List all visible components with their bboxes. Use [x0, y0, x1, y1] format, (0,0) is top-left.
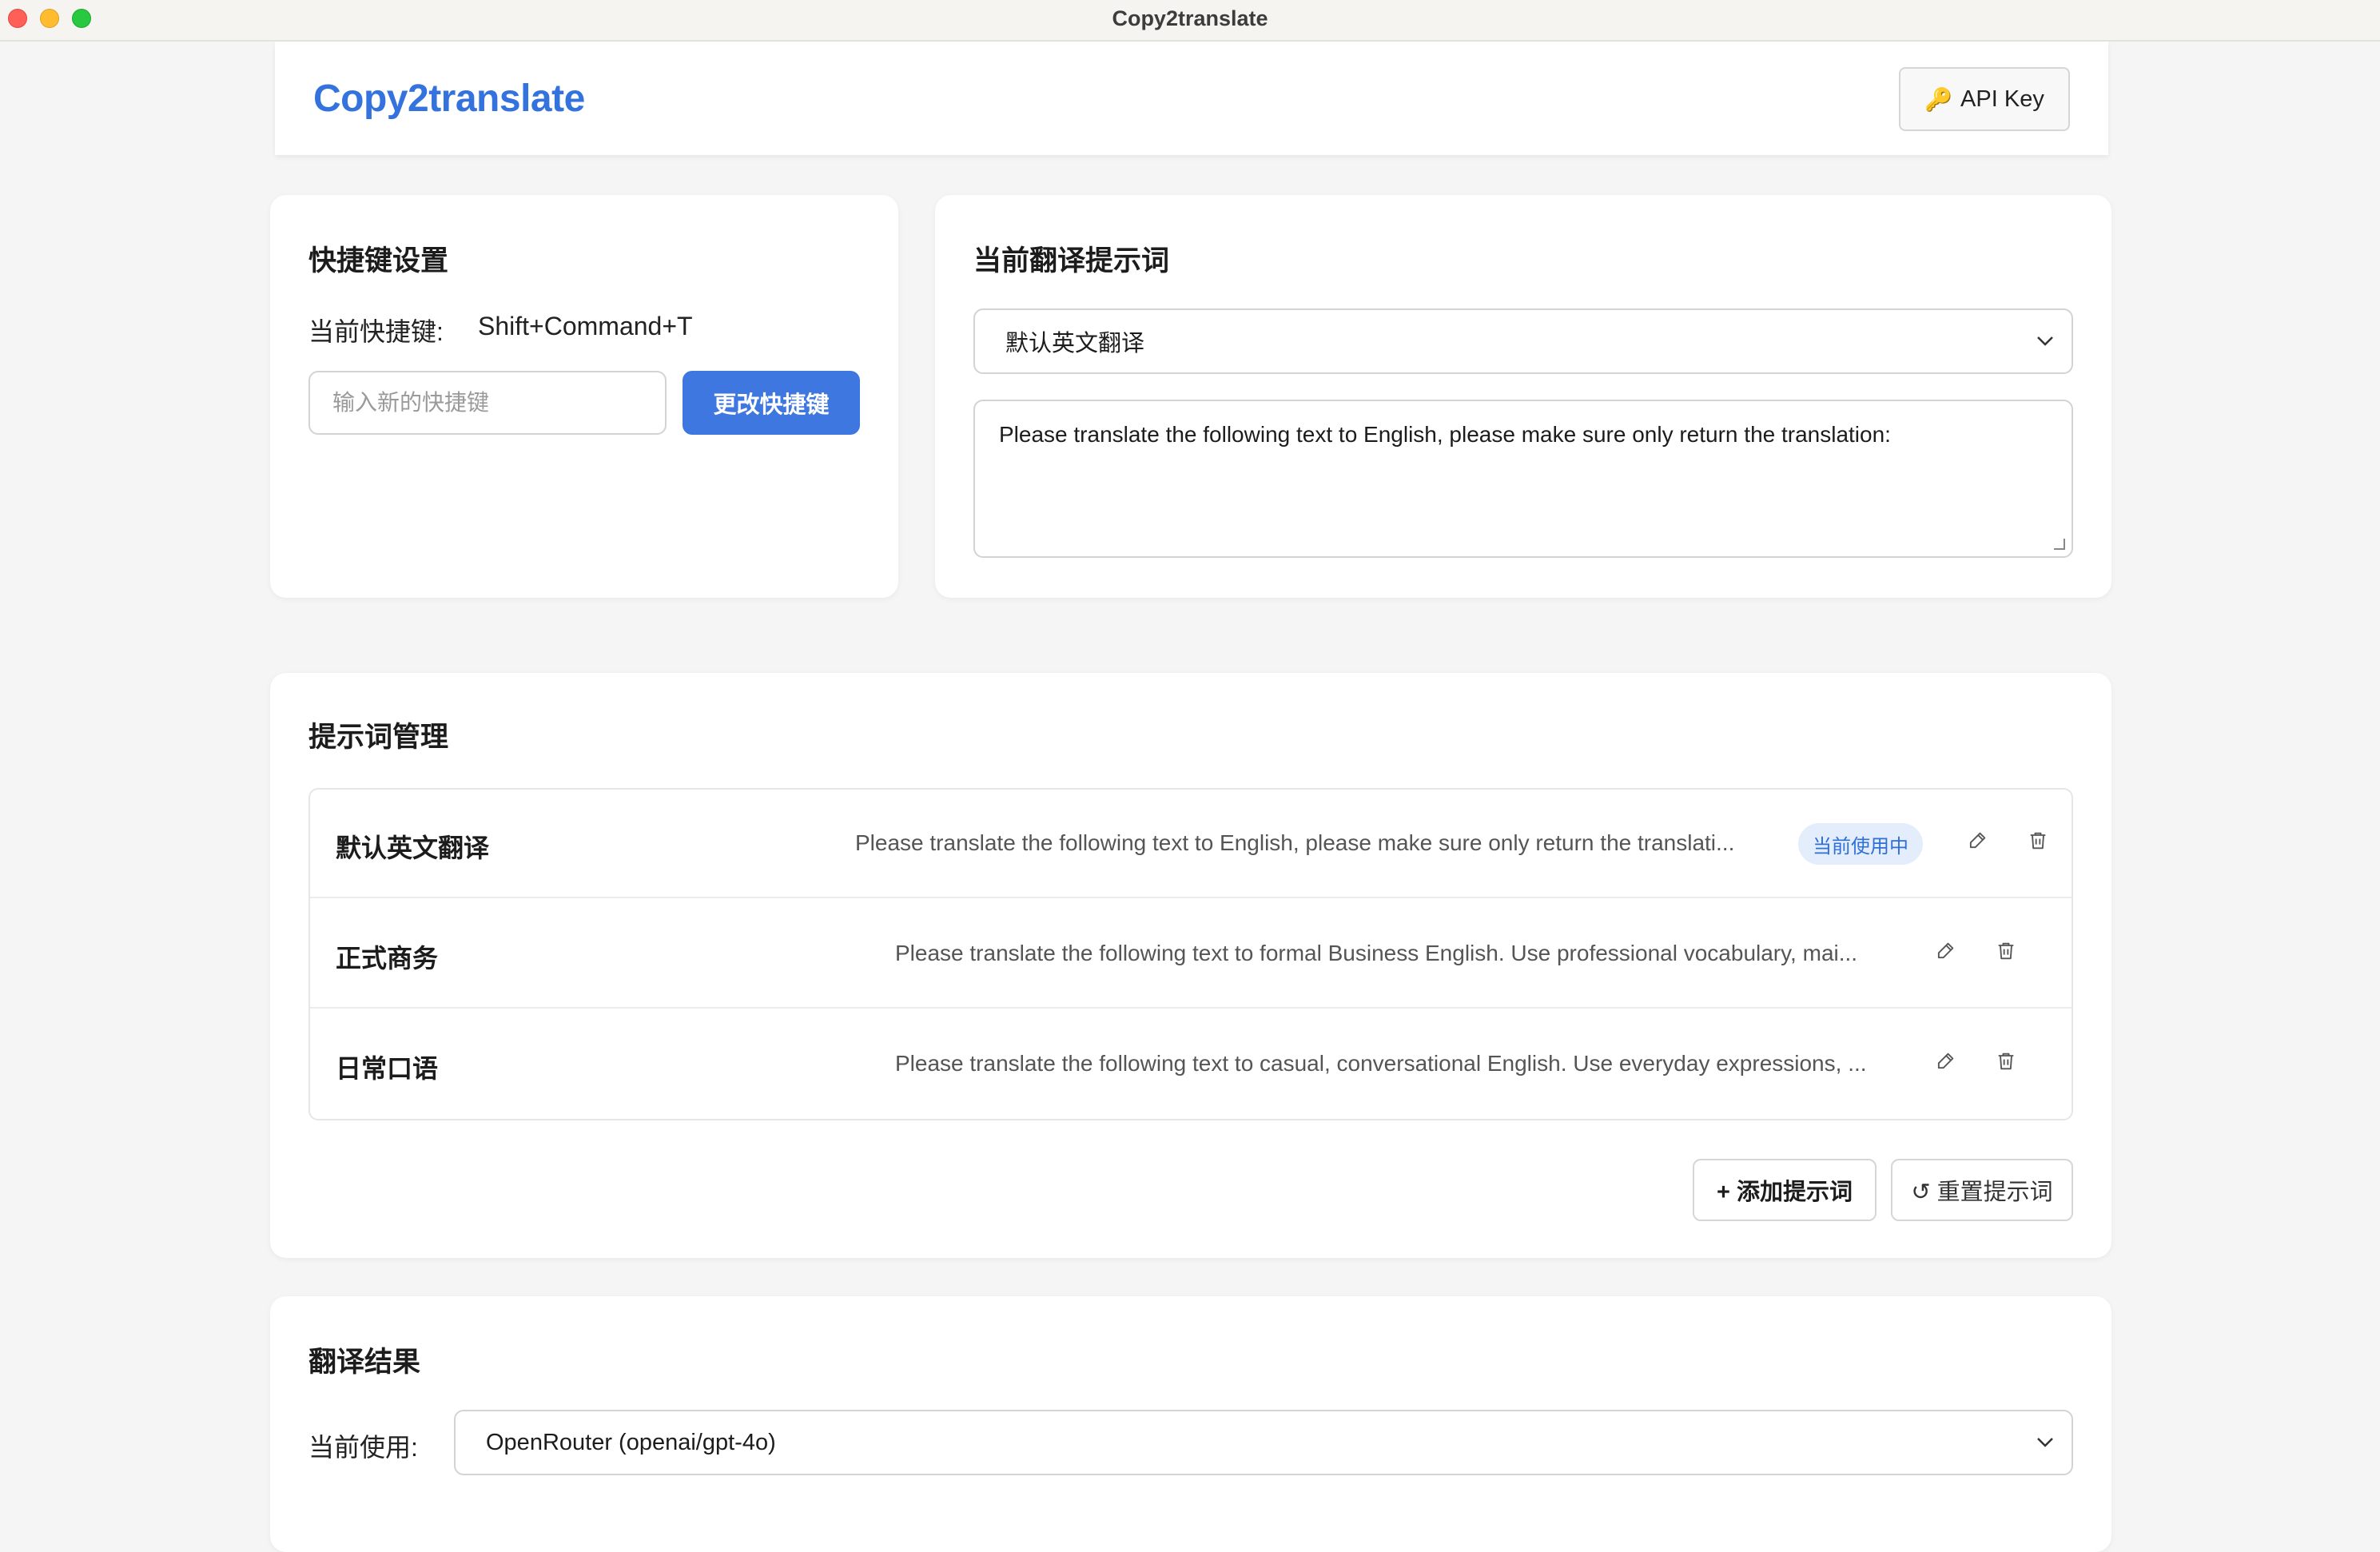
current-prompt-card: 当前翻译提示词 默认英文翻译 Please translate the foll… [935, 195, 2111, 598]
prompt-name: 正式商务 [336, 944, 439, 973]
prompt-textarea[interactable]: Please translate the following text to E… [973, 400, 2073, 558]
prompt-preview: Please translate the following text to E… [855, 830, 1735, 855]
api-key-label: API Key [1960, 86, 2044, 112]
resize-grip-icon[interactable] [2054, 539, 2065, 550]
translation-result-card: 翻译结果 当前使用: OpenRouter (openai/gpt-4o) [270, 1296, 2111, 1552]
model-label: 当前使用: [308, 1433, 418, 1462]
edit-icon[interactable] [1961, 825, 1993, 857]
shortcut-settings-card: 快捷键设置 当前快捷键: Shift+Command+T 更改快捷键 [270, 195, 898, 598]
prompt-row[interactable]: 默认英文翻译 Please translate the following te… [310, 790, 2072, 898]
new-shortcut-input[interactable] [308, 371, 667, 435]
trash-icon[interactable] [2022, 825, 2054, 857]
window-titlebar: Copy2translate [0, 0, 2380, 42]
prompt-row[interactable]: 正式商务 Please translate the following text… [310, 900, 2072, 1009]
prompt-row[interactable]: 日常口语 Please translate the following text… [310, 1010, 2072, 1119]
change-shortcut-button[interactable]: 更改快捷键 [683, 371, 860, 435]
model-select[interactable]: OpenRouter (openai/gpt-4o) [454, 1410, 2073, 1475]
prompt-preview: Please translate the following text to f… [895, 941, 1858, 965]
prompt-select-value: 默认英文翻译 [1005, 331, 1145, 356]
status-badge: 当前使用中 [1798, 823, 1923, 865]
window-title: Copy2translate [1112, 6, 1268, 30]
add-prompt-button[interactable]: + 添加提示词 [1693, 1159, 1877, 1221]
current-prompt-title: 当前翻译提示词 [973, 245, 1170, 277]
edit-icon[interactable] [1929, 935, 1961, 967]
prompt-preview: Please translate the following text to c… [895, 1051, 1867, 1076]
shortcut-settings-title: 快捷键设置 [308, 245, 449, 277]
app-header: Copy2translate 🔑 API Key [275, 42, 2108, 155]
current-shortcut-label: 当前快捷键: [308, 317, 444, 346]
prompt-name: 默认英文翻译 [336, 834, 490, 862]
prompt-name: 日常口语 [336, 1054, 439, 1083]
prompt-text: Please translate the following text to E… [999, 422, 1891, 447]
prompt-select[interactable]: 默认英文翻译 [973, 308, 2073, 374]
trash-icon[interactable] [1990, 1045, 2022, 1077]
current-shortcut-value: Shift+Command+T [478, 312, 693, 340]
prompt-management-card: 提示词管理 默认英文翻译 Please translate the follow… [270, 673, 2111, 1258]
chevron-down-icon [2036, 1432, 2054, 1453]
prompt-list: 默认英文翻译 Please translate the following te… [308, 788, 2073, 1120]
reset-prompts-button[interactable]: ↺ 重置提示词 [1891, 1159, 2073, 1221]
edit-icon[interactable] [1929, 1045, 1961, 1077]
prompt-management-title: 提示词管理 [308, 722, 449, 753]
trash-icon[interactable] [1990, 935, 2022, 967]
chevron-down-icon [2036, 331, 2054, 352]
api-key-button[interactable]: 🔑 API Key [1899, 67, 2070, 131]
app-logo: Copy2translate [313, 78, 585, 120]
model-select-value: OpenRouter (openai/gpt-4o) [486, 1429, 776, 1455]
key-icon: 🔑 [1924, 86, 1953, 112]
translation-result-title: 翻译结果 [308, 1347, 421, 1378]
